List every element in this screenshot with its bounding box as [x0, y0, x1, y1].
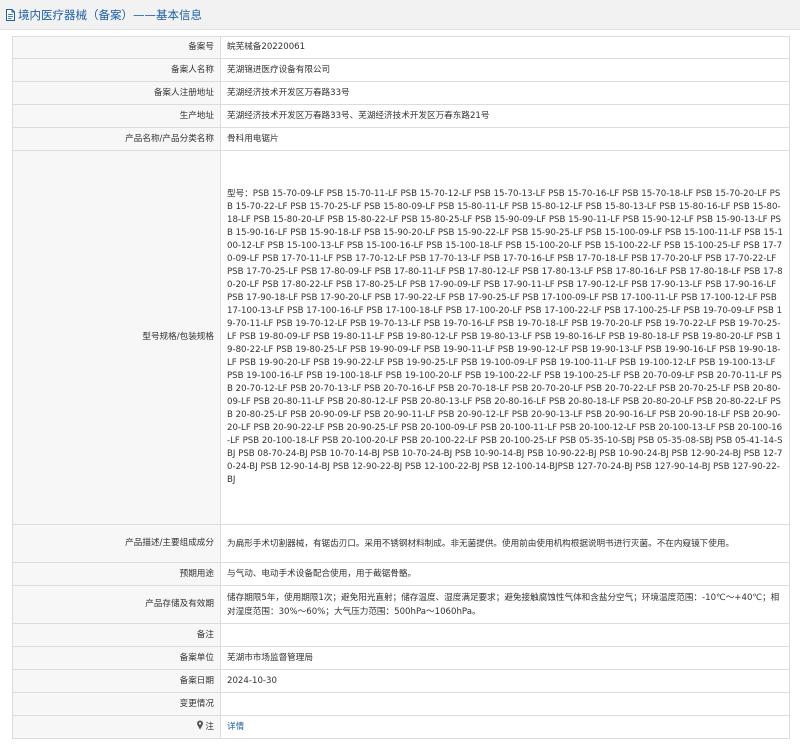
intended-use-label: 预期用途: [12, 562, 221, 586]
pin-icon: [197, 720, 204, 730]
note-label: 注: [205, 722, 214, 732]
table-row: 产品名称/产品分类名称 骨科用电锯片: [12, 127, 790, 151]
table-row: 备案单位 芜湖市市场监督管理局: [12, 646, 790, 670]
table-row: 备案号 皖芜械备20220061: [12, 36, 790, 59]
table-row: 生产地址 芜湖经济技术开发区万春路33号、芜湖经济技术开发区万春东路21号: [12, 104, 790, 128]
storage-label: 产品存储及有效期: [12, 585, 221, 624]
product-name-value: 骨科用电锯片: [220, 127, 790, 151]
registrant-address-label: 备案人注册地址: [12, 81, 221, 105]
document-icon: [6, 8, 15, 21]
changes-value: [220, 692, 790, 716]
remarks-label: 备注: [12, 623, 221, 647]
production-address-label: 生产地址: [12, 104, 221, 128]
registrant-address-value: 芜湖经济技术开发区万春路33号: [220, 81, 790, 105]
description-label: 产品描述/主要组成成分: [12, 524, 221, 563]
page-header: 境内医疗器械（备案）——基本信息: [0, 0, 800, 30]
models-label: 型号规格/包装规格: [12, 150, 221, 525]
authority-label: 备案单位: [12, 646, 221, 670]
table-row: 预期用途 与气动、电动手术设备配合使用，用于截锯骨骼。: [12, 562, 790, 586]
record-no-label: 备案号: [12, 36, 221, 59]
models-value: 型号：PSB 15-70-09-LF PSB 15-70-11-LF PSB 1…: [220, 150, 790, 525]
record-date-label: 备案日期: [12, 669, 221, 693]
remarks-value: [220, 623, 790, 647]
storage-value: 储存期限5年，使用期限1次；避免阳光直射；储存温度、湿度满足要求；避免接触腐蚀性…: [220, 585, 790, 624]
table-row: 备案人名称 芜湖锦进医疗设备有限公司: [12, 58, 790, 82]
details-link[interactable]: 详情: [227, 722, 244, 732]
description-value: 为扁形手术切割器械，有锯齿刃口。采用不锈钢材料制成。非无菌提供。使用前由使用机构…: [220, 524, 790, 563]
table-row: 备注: [12, 623, 790, 647]
record-date-value: 2024-10-30: [220, 669, 790, 693]
note-value: 详情: [220, 715, 790, 739]
intended-use-value: 与气动、电动手术设备配合使用，用于截锯骨骼。: [220, 562, 790, 586]
registrant-name-value: 芜湖锦进医疗设备有限公司: [220, 58, 790, 82]
authority-value: 芜湖市市场监督管理局: [220, 646, 790, 670]
record-info-table: 备案号 皖芜械备20220061 备案人名称 芜湖锦进医疗设备有限公司 备案人注…: [12, 36, 790, 739]
note-label-cell: 注: [12, 715, 221, 739]
table-row: 变更情况: [12, 692, 790, 716]
production-address-value: 芜湖经济技术开发区万春路33号、芜湖经济技术开发区万春东路21号: [220, 104, 790, 128]
table-row: 备案人注册地址 芜湖经济技术开发区万春路33号: [12, 81, 790, 105]
table-row: 产品存储及有效期 储存期限5年，使用期限1次；避免阳光直射；储存温度、湿度满足要…: [12, 585, 790, 624]
page-title: 境内医疗器械（备案）——基本信息: [18, 7, 202, 22]
changes-label: 变更情况: [12, 692, 221, 716]
table-row: 备案日期 2024-10-30: [12, 669, 790, 693]
registrant-name-label: 备案人名称: [12, 58, 221, 82]
table-row: 产品描述/主要组成成分 为扁形手术切割器械，有锯齿刃口。采用不锈钢材料制成。非无…: [12, 524, 790, 563]
product-name-label: 产品名称/产品分类名称: [12, 127, 221, 151]
record-no-value: 皖芜械备20220061: [220, 36, 790, 59]
table-row: 注 详情: [12, 715, 790, 739]
table-row: 型号规格/包装规格 型号：PSB 15-70-09-LF PSB 15-70-1…: [12, 150, 790, 525]
